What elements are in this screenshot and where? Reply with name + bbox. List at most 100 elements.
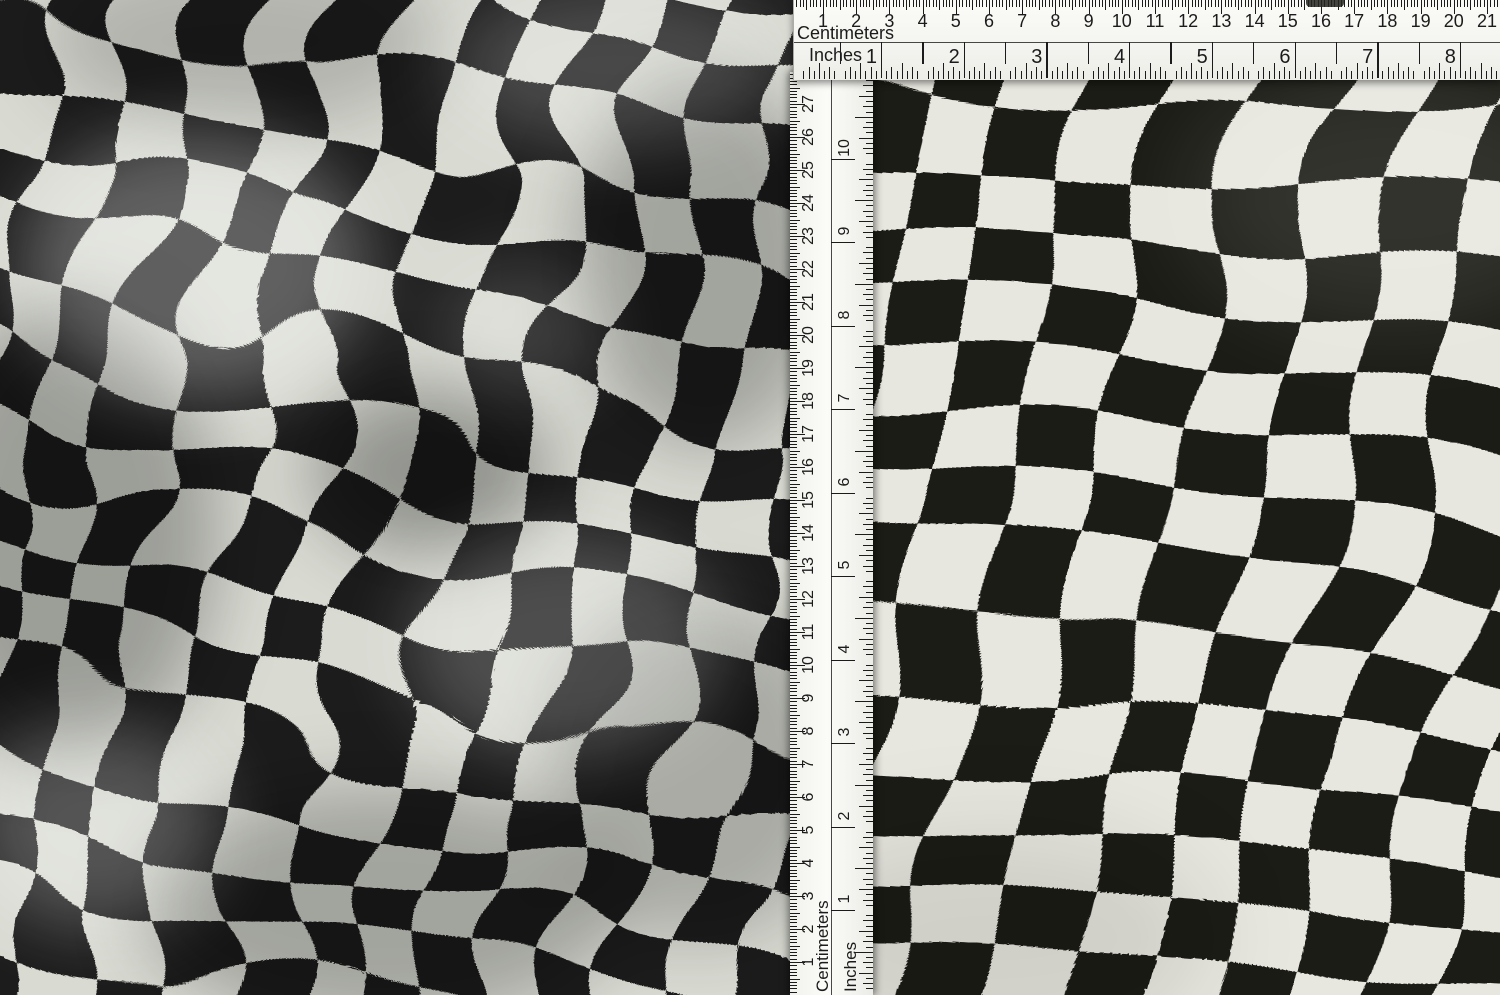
inch-tick-mark [859,263,873,264]
inch-tick-mark [1170,42,1171,64]
inch-tick-mark [863,733,874,734]
inch-tick-mark [1248,71,1249,79]
inch-tick-mark [1336,42,1337,64]
inch-tick-mark [863,399,874,400]
inch-tick-mark [866,967,874,968]
inch-tick-mark [855,71,856,79]
inch-tick-mark [866,310,874,311]
inch-tick-mark [1253,42,1254,64]
inch-tick-mark [866,706,874,707]
inch-tick-mark [866,675,874,676]
inch-tick-mark [1424,71,1425,79]
inch-tick-mark [1362,71,1363,79]
inch-tick-mark [948,71,949,79]
inch-tick-mark [863,252,874,253]
inch-tick-mark [866,978,874,979]
inch-tick-mark [1274,63,1275,79]
inch-tick-mark [1201,67,1202,79]
inch-tick-mark [866,894,874,895]
inch-tick-mark [863,900,874,901]
inch-tick-mark [866,164,874,165]
inch-tick-mark [831,576,855,577]
inch-tick-mark [866,143,874,144]
inch-number: 7 [1362,47,1373,67]
inch-tick-mark [979,71,980,79]
inch-tick-mark [866,289,874,290]
inch-tick-mark [1496,71,1497,79]
horizontal-centimeters-label: Centimeters [797,24,894,42]
inch-number: 2 [837,811,853,820]
inch-tick-mark [1295,42,1296,78]
inch-tick-mark [866,195,874,196]
inch-tick-mark [1145,71,1146,79]
inch-tick-mark [866,665,874,666]
inch-tick-mark [866,299,874,300]
inch-tick-mark [866,456,874,457]
inch-number: 1 [866,47,877,67]
inch-tick-mark [1093,71,1094,79]
inch-tick-mark [866,341,874,342]
inch-tick-mark [863,795,874,796]
inch-tick-mark [1098,67,1099,79]
inch-tick-mark [863,169,874,170]
inch-tick-mark [866,101,874,102]
inch-tick-mark [1320,71,1321,79]
inch-tick-mark [866,352,874,353]
inch-tick-mark [866,821,874,822]
inch-tick-mark [819,63,820,79]
inch-tick-mark [859,806,873,807]
inch-tick-mark [863,879,874,880]
inch-tick-mark [863,566,874,567]
inch-tick-mark [831,827,855,828]
inch-tick-mark [866,884,874,885]
inch-tick-mark [866,863,874,864]
inch-tick-mark [1077,67,1078,79]
inch-tick-mark [1326,67,1327,79]
inch-tick-mark [953,67,954,79]
inch-tick-mark [866,748,874,749]
inch-tick-mark [922,42,923,64]
inch-tick-mark [866,947,874,948]
inch-tick-mark [859,639,873,640]
inch-tick-mark [866,247,874,248]
inch-tick-mark [1393,71,1394,79]
inch-tick-mark [855,200,873,201]
inch-tick-mark [866,487,874,488]
inch-tick-mark [860,63,861,79]
inch-tick-mark [1186,71,1187,79]
inch-tick-mark [1052,71,1053,79]
inch-number: 8 [1445,47,1456,67]
horizontal-inches-label: Inches [809,46,862,64]
inch-tick-mark [1212,42,1213,78]
inch-tick-mark [855,785,873,786]
inch-number: 10 [837,139,853,157]
inch-tick-mark [863,232,874,233]
inch-tick-mark [1176,71,1177,79]
inch-tick-mark [859,305,873,306]
inch-tick-mark [881,42,882,78]
inch-tick-mark [1455,71,1456,79]
inch-tick-mark [1088,42,1089,64]
inch-tick-mark [859,973,873,974]
inch-tick-mark [866,560,874,561]
inch-tick-mark [863,148,874,149]
inch-tick-mark [863,545,874,546]
inch-tick-mark [863,691,874,692]
inch-tick-mark [1243,67,1244,79]
inch-tick-mark [1181,67,1182,79]
inch-tick-mark [1036,67,1037,79]
inch-tick-mark [866,727,874,728]
inch-tick-mark [1310,71,1311,79]
inch-tick-mark [866,613,874,614]
inch-tick-mark [866,132,874,133]
inch-tick-mark [1021,71,1022,79]
inch-tick-mark [1062,71,1063,79]
flat-fabric-render [873,78,1500,995]
inch-number: 4 [837,644,853,653]
inch-tick-mark [863,419,874,420]
inch-tick-mark [863,127,874,128]
vertical-ruler: 1234567891011121314151617181920212223242… [790,72,873,995]
inch-tick-mark [863,273,874,274]
inch-tick-mark [1465,71,1466,79]
inch-tick-mark [863,294,874,295]
